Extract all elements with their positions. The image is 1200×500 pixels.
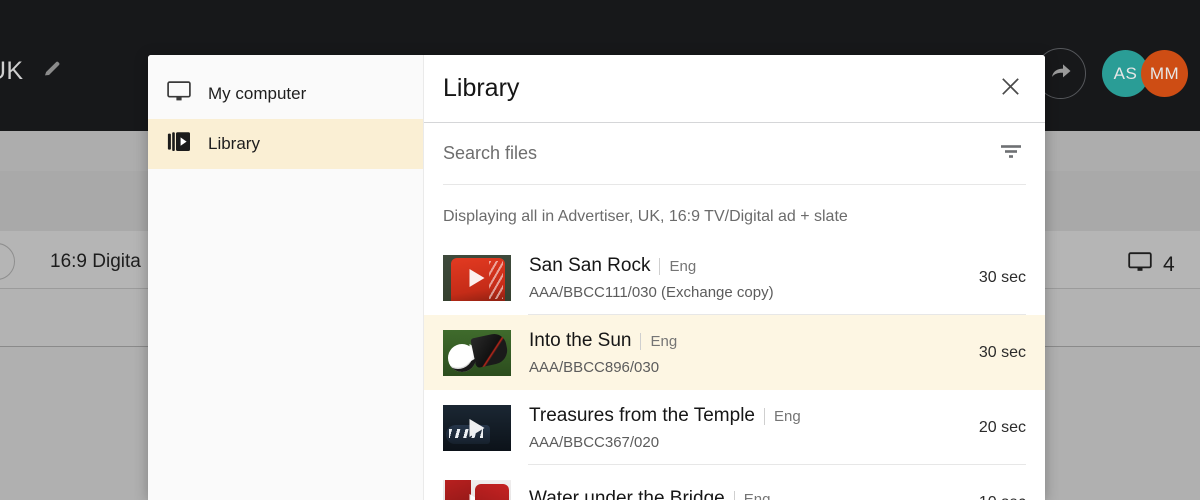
file-language: Eng — [640, 332, 677, 350]
file-row[interactable]: Into the Sun Eng AAA/BBCC896/030 30 sec — [424, 315, 1045, 390]
file-meta: Into the Sun Eng AAA/BBCC896/030 — [511, 330, 967, 376]
file-title: San San Rock — [529, 254, 651, 276]
close-icon — [998, 74, 1023, 104]
project-title-group: UK — [0, 57, 63, 86]
monitor-icon — [1128, 252, 1152, 277]
file-thumbnail — [443, 404, 511, 451]
file-title-row: Treasures from the Temple Eng — [529, 405, 967, 427]
pencil-icon[interactable] — [41, 58, 63, 85]
displaying-label: Displaying all in Advertiser, UK, 16:9 T… — [443, 208, 848, 225]
file-duration: 30 sec — [978, 343, 1026, 361]
sidebar-item-my-computer[interactable]: My computer — [148, 69, 423, 119]
file-code: AAA/BBCC367/020 — [529, 433, 660, 451]
file-row[interactable]: San San Rock Eng AAA/BBCC111/030 (Exchan… — [424, 240, 1045, 315]
background-screens-count: 4 — [1128, 252, 1175, 277]
file-meta: Water under the Bridge Eng — [511, 488, 967, 500]
search-row — [443, 123, 1026, 185]
file-code: AAA/BBCC896/030 — [529, 358, 660, 376]
monitor-icon — [167, 81, 191, 107]
file-language: Eng — [763, 407, 801, 425]
sidebar-item-label: My computer — [208, 84, 307, 103]
file-title-row: Water under the Bridge Eng — [529, 488, 967, 500]
file-title-row: San San Rock Eng — [529, 255, 967, 277]
sidebar-item-label: Library — [208, 134, 260, 153]
video-library-icon — [167, 131, 191, 158]
file-title-row: Into the Sun Eng — [529, 330, 967, 352]
file-list: San San Rock Eng AAA/BBCC111/030 (Exchan… — [424, 240, 1045, 500]
file-language: Eng — [659, 257, 696, 275]
sidebar-item-library[interactable]: Library — [148, 119, 423, 169]
avatar-initials: AS — [1113, 63, 1138, 83]
screen-root: 16:9 Digita 4 UK — [0, 0, 1200, 500]
filter-button[interactable] — [996, 139, 1026, 169]
screens-count-value: 4 — [1163, 252, 1175, 276]
file-title: Water under the Bridge — [529, 488, 725, 500]
file-row[interactable]: Treasures from the Temple Eng AAA/BBCC36… — [424, 390, 1045, 465]
file-code: AAA/BBCC111/030 (Exchange copy) — [529, 283, 774, 301]
file-thumbnail — [443, 479, 511, 500]
file-thumbnail — [443, 254, 511, 301]
play-icon — [469, 268, 485, 287]
file-thumbnail — [443, 329, 511, 376]
avatar-initials: MM — [1149, 63, 1180, 83]
library-dialog: My computer Library Library Search files… — [148, 55, 1045, 500]
play-icon — [469, 418, 485, 437]
file-duration: 10 sec — [967, 494, 1026, 500]
file-title: Treasures from the Temple — [529, 404, 755, 426]
avatar[interactable]: MM — [1141, 50, 1188, 97]
share-arrow-icon — [1049, 60, 1073, 87]
dialog-title: Library — [443, 74, 520, 102]
file-language: Eng — [733, 491, 770, 500]
dialog-main: Library Search files Displaying all in A… — [424, 55, 1045, 500]
close-button[interactable] — [994, 73, 1026, 105]
file-duration: 30 sec — [978, 268, 1026, 286]
file-meta: San San Rock Eng AAA/BBCC111/030 (Exchan… — [511, 255, 967, 301]
file-meta: Treasures from the Temple Eng AAA/BBCC36… — [511, 405, 967, 451]
play-icon — [469, 343, 485, 362]
dialog-sidebar: My computer Library — [148, 55, 424, 500]
file-duration: 20 sec — [978, 418, 1026, 436]
background-row-label: 16:9 Digita — [50, 251, 141, 272]
file-title: Into the Sun — [529, 329, 632, 351]
dialog-header: Library — [424, 55, 1045, 123]
filter-icon — [999, 142, 1023, 165]
file-row[interactable]: Water under the Bridge Eng 10 sec — [424, 465, 1045, 500]
search-input[interactable] — [443, 143, 996, 164]
play-icon — [469, 493, 485, 500]
project-title: UK — [0, 57, 24, 85]
